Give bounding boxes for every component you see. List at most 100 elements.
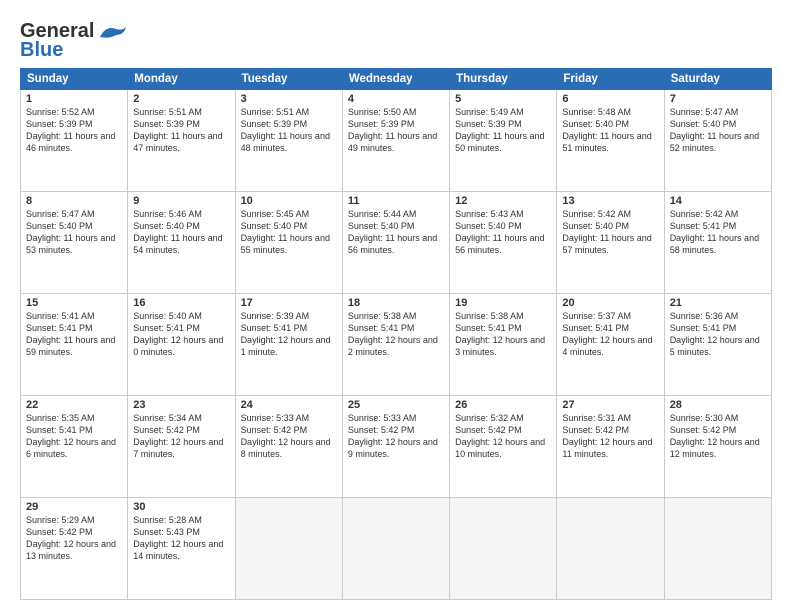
day-number: 26 — [455, 399, 551, 411]
day-number: 16 — [133, 297, 229, 309]
day-number: 3 — [241, 93, 337, 105]
day-info: Sunrise: 5:47 AMSunset: 5:40 PMDaylight:… — [26, 208, 122, 257]
calendar-week-row: 29Sunrise: 5:29 AMSunset: 5:42 PMDayligh… — [21, 498, 772, 600]
calendar-day-cell: 20Sunrise: 5:37 AMSunset: 5:41 PMDayligh… — [557, 294, 664, 396]
day-info: Sunrise: 5:43 AMSunset: 5:40 PMDaylight:… — [455, 208, 551, 257]
day-number: 1 — [26, 93, 122, 105]
day-number: 21 — [670, 297, 766, 309]
day-number: 9 — [133, 195, 229, 207]
day-number: 2 — [133, 93, 229, 105]
calendar-day-cell: 23Sunrise: 5:34 AMSunset: 5:42 PMDayligh… — [128, 396, 235, 498]
day-info: Sunrise: 5:45 AMSunset: 5:40 PMDaylight:… — [241, 208, 337, 257]
day-number: 22 — [26, 399, 122, 411]
day-info: Sunrise: 5:40 AMSunset: 5:41 PMDaylight:… — [133, 310, 229, 359]
day-info: Sunrise: 5:51 AMSunset: 5:39 PMDaylight:… — [133, 106, 229, 155]
day-info: Sunrise: 5:42 AMSunset: 5:41 PMDaylight:… — [670, 208, 766, 257]
calendar-day-cell: 22Sunrise: 5:35 AMSunset: 5:41 PMDayligh… — [21, 396, 128, 498]
calendar-week-row: 8Sunrise: 5:47 AMSunset: 5:40 PMDaylight… — [21, 192, 772, 294]
day-number: 17 — [241, 297, 337, 309]
calendar-day-cell: 16Sunrise: 5:40 AMSunset: 5:41 PMDayligh… — [128, 294, 235, 396]
day-number: 18 — [348, 297, 444, 309]
calendar-day-cell — [557, 498, 664, 600]
logo-blue: Blue — [20, 39, 63, 62]
calendar-header-saturday: Saturday — [664, 69, 771, 90]
day-info: Sunrise: 5:52 AMSunset: 5:39 PMDaylight:… — [26, 106, 122, 155]
day-number: 8 — [26, 195, 122, 207]
calendar-header-sunday: Sunday — [21, 69, 128, 90]
logo: General Blue — [20, 20, 128, 62]
day-number: 5 — [455, 93, 551, 105]
calendar-day-cell: 12Sunrise: 5:43 AMSunset: 5:40 PMDayligh… — [450, 192, 557, 294]
day-info: Sunrise: 5:38 AMSunset: 5:41 PMDaylight:… — [455, 310, 551, 359]
day-info: Sunrise: 5:33 AMSunset: 5:42 PMDaylight:… — [348, 412, 444, 461]
day-info: Sunrise: 5:30 AMSunset: 5:42 PMDaylight:… — [670, 412, 766, 461]
calendar-day-cell: 9Sunrise: 5:46 AMSunset: 5:40 PMDaylight… — [128, 192, 235, 294]
calendar-day-cell: 21Sunrise: 5:36 AMSunset: 5:41 PMDayligh… — [664, 294, 771, 396]
day-number: 24 — [241, 399, 337, 411]
calendar-day-cell: 19Sunrise: 5:38 AMSunset: 5:41 PMDayligh… — [450, 294, 557, 396]
day-info: Sunrise: 5:29 AMSunset: 5:42 PMDaylight:… — [26, 514, 122, 563]
day-info: Sunrise: 5:38 AMSunset: 5:41 PMDaylight:… — [348, 310, 444, 359]
day-info: Sunrise: 5:36 AMSunset: 5:41 PMDaylight:… — [670, 310, 766, 359]
calendar-day-cell: 13Sunrise: 5:42 AMSunset: 5:40 PMDayligh… — [557, 192, 664, 294]
calendar-day-cell: 3Sunrise: 5:51 AMSunset: 5:39 PMDaylight… — [235, 90, 342, 192]
calendar-week-row: 15Sunrise: 5:41 AMSunset: 5:41 PMDayligh… — [21, 294, 772, 396]
calendar-day-cell: 29Sunrise: 5:29 AMSunset: 5:42 PMDayligh… — [21, 498, 128, 600]
day-number: 25 — [348, 399, 444, 411]
calendar-header-friday: Friday — [557, 69, 664, 90]
calendar-day-cell — [450, 498, 557, 600]
calendar-day-cell: 25Sunrise: 5:33 AMSunset: 5:42 PMDayligh… — [342, 396, 449, 498]
calendar-day-cell: 7Sunrise: 5:47 AMSunset: 5:40 PMDaylight… — [664, 90, 771, 192]
day-info: Sunrise: 5:32 AMSunset: 5:42 PMDaylight:… — [455, 412, 551, 461]
calendar-day-cell: 18Sunrise: 5:38 AMSunset: 5:41 PMDayligh… — [342, 294, 449, 396]
calendar-day-cell: 17Sunrise: 5:39 AMSunset: 5:41 PMDayligh… — [235, 294, 342, 396]
calendar-day-cell — [342, 498, 449, 600]
day-number: 27 — [562, 399, 658, 411]
calendar-table: SundayMondayTuesdayWednesdayThursdayFrid… — [20, 68, 772, 600]
day-info: Sunrise: 5:49 AMSunset: 5:39 PMDaylight:… — [455, 106, 551, 155]
calendar-day-cell: 5Sunrise: 5:49 AMSunset: 5:39 PMDaylight… — [450, 90, 557, 192]
day-number: 19 — [455, 297, 551, 309]
calendar-day-cell: 4Sunrise: 5:50 AMSunset: 5:39 PMDaylight… — [342, 90, 449, 192]
calendar-day-cell: 11Sunrise: 5:44 AMSunset: 5:40 PMDayligh… — [342, 192, 449, 294]
calendar-day-cell: 2Sunrise: 5:51 AMSunset: 5:39 PMDaylight… — [128, 90, 235, 192]
day-info: Sunrise: 5:33 AMSunset: 5:42 PMDaylight:… — [241, 412, 337, 461]
calendar-day-cell: 28Sunrise: 5:30 AMSunset: 5:42 PMDayligh… — [664, 396, 771, 498]
calendar-week-row: 1Sunrise: 5:52 AMSunset: 5:39 PMDaylight… — [21, 90, 772, 192]
day-info: Sunrise: 5:46 AMSunset: 5:40 PMDaylight:… — [133, 208, 229, 257]
calendar-day-cell: 30Sunrise: 5:28 AMSunset: 5:43 PMDayligh… — [128, 498, 235, 600]
calendar-week-row: 22Sunrise: 5:35 AMSunset: 5:41 PMDayligh… — [21, 396, 772, 498]
day-info: Sunrise: 5:51 AMSunset: 5:39 PMDaylight:… — [241, 106, 337, 155]
calendar-header-tuesday: Tuesday — [235, 69, 342, 90]
calendar-day-cell: 10Sunrise: 5:45 AMSunset: 5:40 PMDayligh… — [235, 192, 342, 294]
calendar-day-cell: 6Sunrise: 5:48 AMSunset: 5:40 PMDaylight… — [557, 90, 664, 192]
calendar-header-row: SundayMondayTuesdayWednesdayThursdayFrid… — [21, 69, 772, 90]
calendar-day-cell: 1Sunrise: 5:52 AMSunset: 5:39 PMDaylight… — [21, 90, 128, 192]
logo-bird-icon — [96, 21, 128, 43]
day-number: 29 — [26, 501, 122, 513]
day-number: 15 — [26, 297, 122, 309]
calendar-day-cell: 24Sunrise: 5:33 AMSunset: 5:42 PMDayligh… — [235, 396, 342, 498]
day-number: 28 — [670, 399, 766, 411]
calendar-day-cell: 8Sunrise: 5:47 AMSunset: 5:40 PMDaylight… — [21, 192, 128, 294]
calendar-day-cell: 27Sunrise: 5:31 AMSunset: 5:42 PMDayligh… — [557, 396, 664, 498]
day-number: 4 — [348, 93, 444, 105]
calendar-day-cell — [664, 498, 771, 600]
day-info: Sunrise: 5:31 AMSunset: 5:42 PMDaylight:… — [562, 412, 658, 461]
day-number: 6 — [562, 93, 658, 105]
day-info: Sunrise: 5:48 AMSunset: 5:40 PMDaylight:… — [562, 106, 658, 155]
day-number: 7 — [670, 93, 766, 105]
day-number: 30 — [133, 501, 229, 513]
day-info: Sunrise: 5:47 AMSunset: 5:40 PMDaylight:… — [670, 106, 766, 155]
day-number: 13 — [562, 195, 658, 207]
day-number: 23 — [133, 399, 229, 411]
day-info: Sunrise: 5:44 AMSunset: 5:40 PMDaylight:… — [348, 208, 444, 257]
calendar-day-cell: 26Sunrise: 5:32 AMSunset: 5:42 PMDayligh… — [450, 396, 557, 498]
day-info: Sunrise: 5:34 AMSunset: 5:42 PMDaylight:… — [133, 412, 229, 461]
day-info: Sunrise: 5:50 AMSunset: 5:39 PMDaylight:… — [348, 106, 444, 155]
calendar-header-thursday: Thursday — [450, 69, 557, 90]
day-info: Sunrise: 5:39 AMSunset: 5:41 PMDaylight:… — [241, 310, 337, 359]
header: General Blue — [20, 16, 772, 62]
day-number: 10 — [241, 195, 337, 207]
day-info: Sunrise: 5:41 AMSunset: 5:41 PMDaylight:… — [26, 310, 122, 359]
